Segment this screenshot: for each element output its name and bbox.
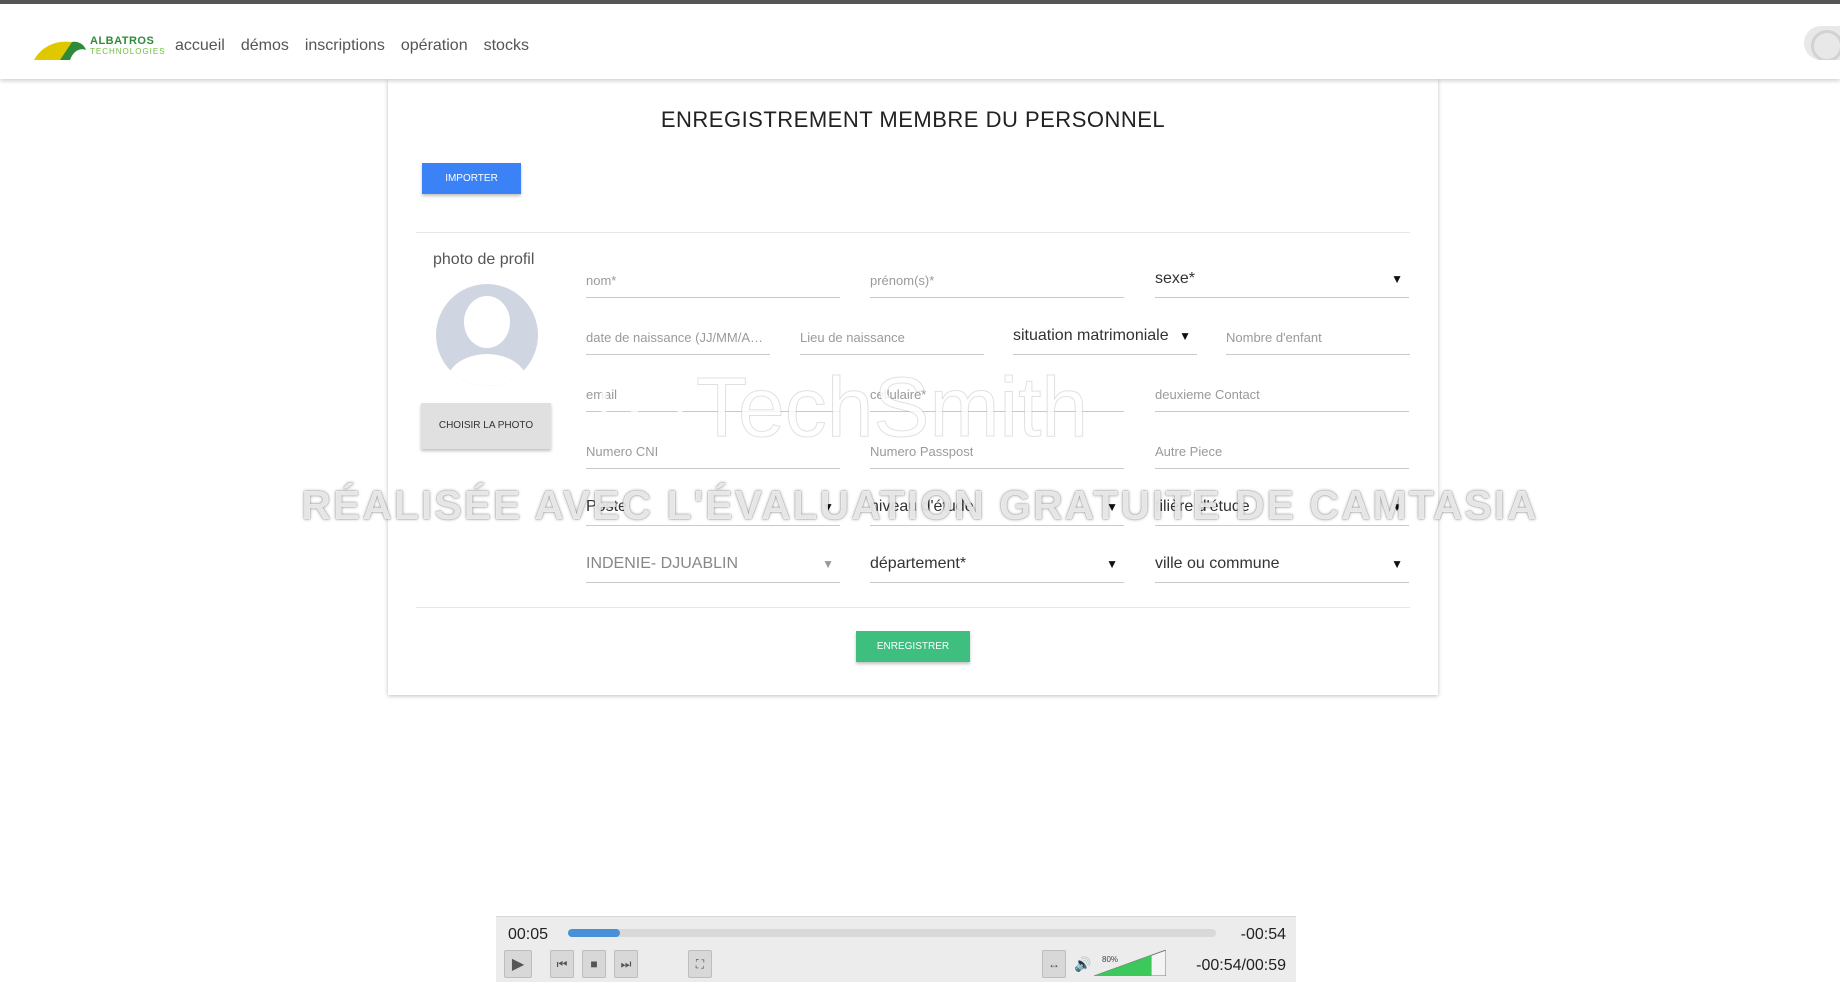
- skip-forward-icon: ⏭: [620, 956, 632, 971]
- chevron-down-icon: ▼: [1391, 272, 1403, 286]
- seek-bar[interactable]: [568, 929, 1216, 937]
- nav-item-inscriptions[interactable]: inscriptions: [305, 37, 385, 55]
- chevron-down-icon: ▼: [1391, 500, 1403, 514]
- niveau-etude-select[interactable]: niveau d'étude ▼: [870, 492, 1124, 526]
- save-button[interactable]: ENREGISTRER: [856, 631, 970, 662]
- autre-piece-input[interactable]: Autre Piece: [1155, 435, 1409, 469]
- region-select[interactable]: INDENIE- DJUABLIN ▼: [586, 549, 840, 583]
- logo-wing-icon: [34, 41, 86, 60]
- cni-input[interactable]: Numero CNI: [586, 435, 840, 469]
- nombre-enfant-input[interactable]: Nombre d'enfant: [1226, 321, 1410, 355]
- cellulaire-input[interactable]: cellulaire*: [870, 378, 1124, 412]
- play-button[interactable]: ▶: [504, 950, 532, 978]
- chevron-down-icon: ▼: [1179, 329, 1191, 343]
- albatros-logo[interactable]: ALBATROS TECHNOLOGIES: [32, 34, 165, 64]
- passport-input[interactable]: Numero Passpost: [870, 435, 1124, 469]
- date-naissance-input[interactable]: date de naissance (JJ/MM/AAAA): [586, 321, 770, 355]
- width-arrows-icon: ↔: [1048, 957, 1060, 971]
- stop-button[interactable]: ■: [582, 950, 606, 978]
- lieu-naissance-input[interactable]: Lieu de naissance: [800, 321, 984, 355]
- divider-bottom: [416, 607, 1410, 608]
- departement-select[interactable]: département* ▼: [870, 549, 1124, 583]
- chevron-down-icon: ▼: [1106, 500, 1118, 514]
- fullscreen-button[interactable]: ⛶: [688, 950, 712, 978]
- nav-item-stocks[interactable]: stocks: [484, 37, 529, 55]
- volume-label: 80%: [1102, 955, 1119, 964]
- speaker-icon[interactable]: 🔊: [1074, 956, 1091, 973]
- elapsed-time: 00:05: [508, 926, 549, 943]
- page-title: ENREGISTREMENT MEMBRE DU PERSONNEL: [660, 107, 1166, 132]
- position-total-time: -00:54/00:59: [1196, 957, 1286, 974]
- play-icon: ▶: [511, 956, 525, 973]
- logo-subtitle: TECHNOLOGIES: [90, 47, 166, 56]
- choose-photo-button[interactable]: CHOISIR LA PHOTO: [421, 403, 551, 449]
- seek-bar-fill: [568, 929, 620, 937]
- situation-matrimoniale-select[interactable]: situation matrimoniale ▼: [1013, 321, 1197, 355]
- chevron-down-icon: ▼: [822, 500, 834, 514]
- ville-commune-select[interactable]: ville ou commune ▼: [1155, 549, 1409, 583]
- prenom-input[interactable]: prénom(s)*: [870, 264, 1124, 298]
- sexe-select[interactable]: sexe* ▼: [1155, 264, 1409, 298]
- remaining-time: -00:54: [1240, 926, 1286, 943]
- video-player-controls: 00:05 -00:54 ▶ ⏮ ■ ⏭ ⛶ ↔ 🔊 80% -00:54/00…: [496, 916, 1296, 982]
- staff-registration-card: ENREGISTREMENT MEMBRE DU PERSONNEL IMPOR…: [388, 79, 1438, 695]
- user-avatar[interactable]: [1804, 26, 1840, 60]
- main-nav: accueil démos inscriptions opération sto…: [175, 37, 529, 55]
- profile-photo-label: photo de profil: [433, 251, 535, 268]
- chevron-down-icon: ▼: [1106, 557, 1118, 571]
- divider-top: [416, 232, 1410, 233]
- collapse-icon: ⛶: [695, 956, 705, 971]
- nav-item-accueil[interactable]: accueil: [175, 37, 225, 55]
- chevron-down-icon: ▼: [822, 557, 834, 571]
- import-button[interactable]: IMPORTER: [422, 163, 521, 194]
- skip-back-icon: ⏮: [556, 956, 568, 971]
- email-input[interactable]: email: [586, 378, 840, 412]
- deuxieme-contact-input[interactable]: deuxieme Contact: [1155, 378, 1409, 412]
- fit-width-button[interactable]: ↔: [1042, 950, 1066, 978]
- stop-icon: ■: [590, 957, 598, 971]
- previous-button[interactable]: ⏮: [550, 950, 574, 978]
- nav-item-demos[interactable]: démos: [241, 37, 289, 55]
- next-button[interactable]: ⏭: [614, 950, 638, 978]
- poste-select[interactable]: Poste ▼: [586, 492, 840, 526]
- filiere-etude-select[interactable]: filière d'étude ▼: [1155, 492, 1409, 526]
- logo-name: ALBATROS: [90, 35, 155, 47]
- chevron-down-icon: ▼: [1391, 557, 1403, 571]
- top-navbar: ALBATROS TECHNOLOGIES accueil démos insc…: [0, 0, 1840, 79]
- profile-placeholder-icon: [436, 284, 538, 386]
- nav-item-operation[interactable]: opération: [401, 37, 468, 55]
- nom-input[interactable]: nom*: [586, 264, 840, 298]
